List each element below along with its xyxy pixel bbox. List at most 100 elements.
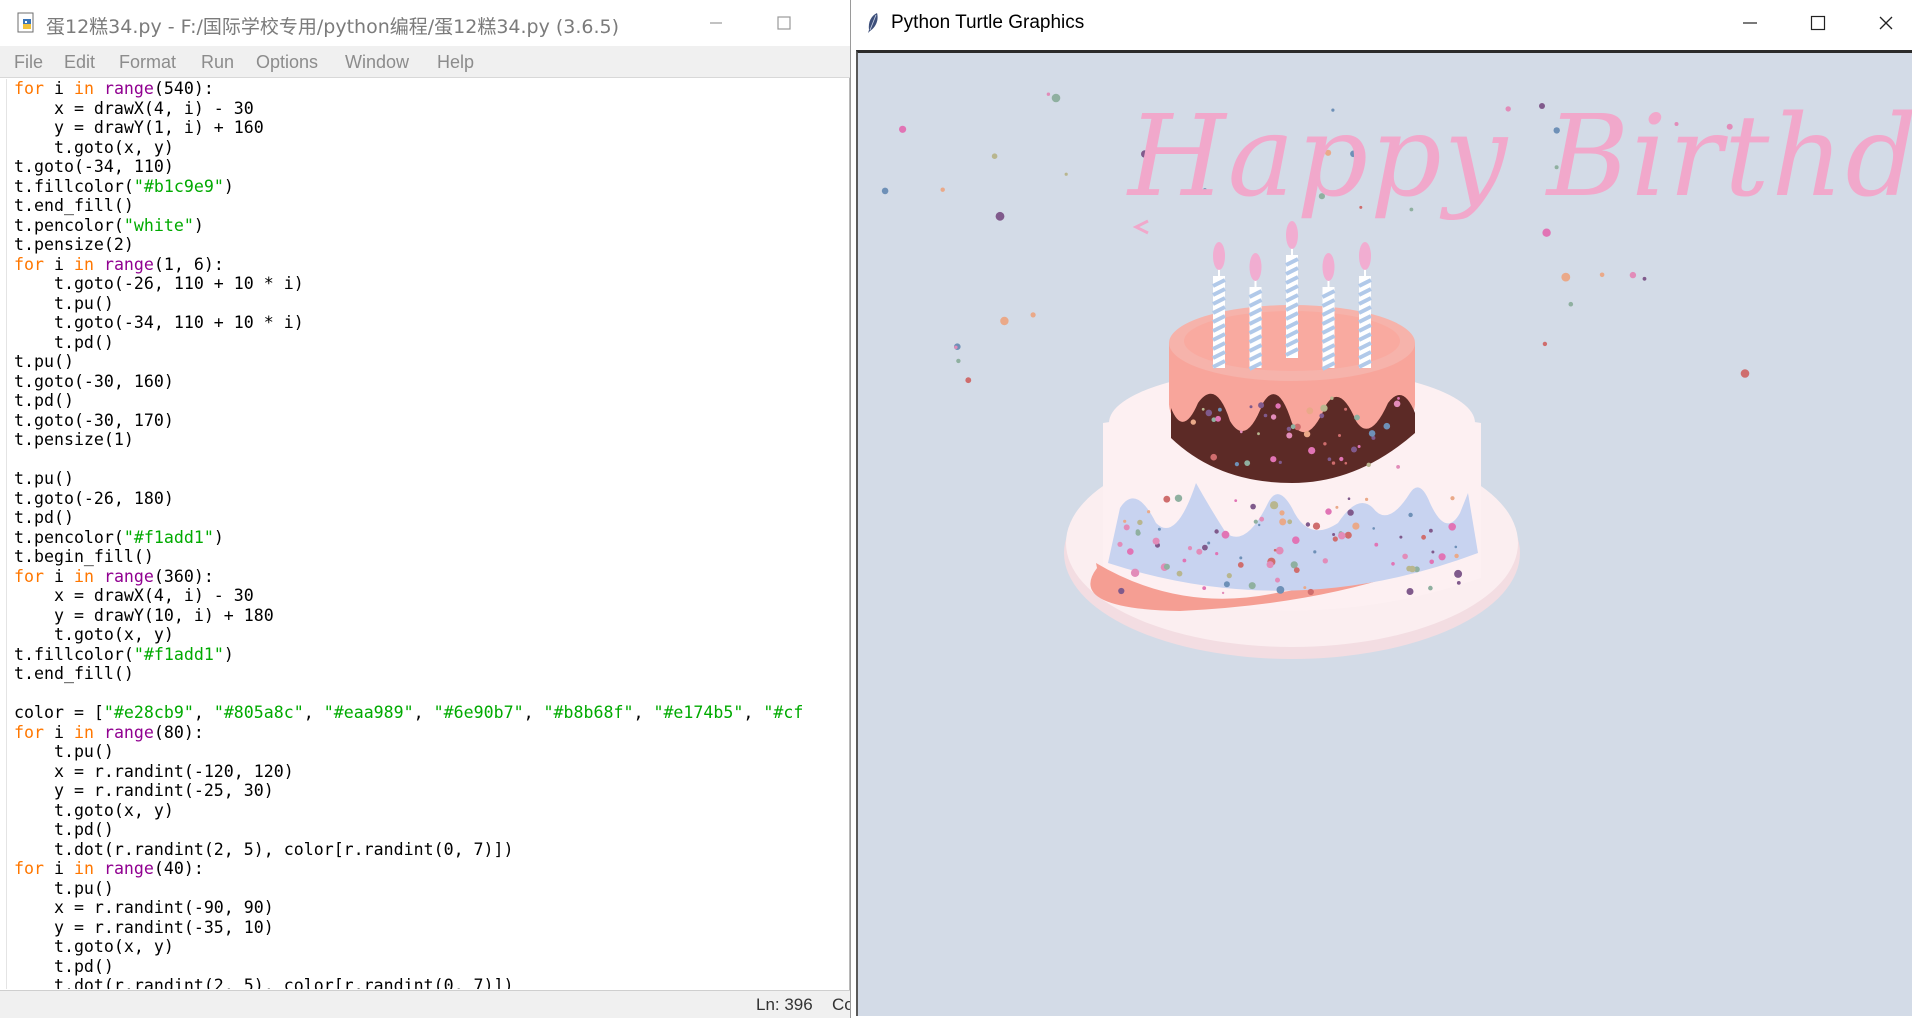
- sprinkle: [1448, 523, 1456, 531]
- turtle-maximize-button[interactable]: [1784, 0, 1852, 46]
- sprinkle: [1275, 403, 1281, 409]
- confetti-dot: [995, 211, 1005, 221]
- menu-edit[interactable]: Edit: [64, 52, 95, 73]
- sprinkle: [1431, 550, 1435, 554]
- menu-help[interactable]: Help: [437, 52, 474, 73]
- sprinkle: [1347, 509, 1354, 516]
- sprinkle: [1214, 529, 1219, 534]
- turtle-canvas[interactable]: Happy Birthday: [856, 50, 1912, 1016]
- code-editor[interactable]: for i in range(540): x = drawX(4, i) - 3…: [6, 79, 848, 989]
- sprinkle: [1438, 553, 1446, 561]
- sprinkle: [1287, 519, 1293, 525]
- sprinkle: [1327, 457, 1332, 462]
- idle-maximize-button[interactable]: [756, 0, 812, 46]
- sprinkle: [1244, 460, 1251, 466]
- sprinkle: [1338, 532, 1346, 540]
- sprinkle: [1215, 552, 1219, 556]
- sprinkle: [1221, 591, 1225, 595]
- sprinkle: [1354, 414, 1360, 421]
- idle-menu-bar: File Edit Format Run Options Window Help: [0, 46, 850, 78]
- sprinkle: [1308, 447, 1316, 455]
- python-file-icon: [17, 12, 34, 33]
- sprinkle: [1118, 587, 1125, 595]
- sprinkle: [1428, 585, 1433, 591]
- sprinkle: [1393, 400, 1401, 408]
- turtle-title-bar[interactable]: Python Turtle Graphics: [851, 0, 1920, 46]
- code-text[interactable]: for i in range(540): x = drawX(4, i) - 3…: [14, 79, 803, 989]
- maximize-icon: [777, 16, 791, 30]
- status-bar: Ln: 396 Co: [0, 990, 854, 1018]
- sprinkle: [1344, 461, 1348, 465]
- turtle-graphics-window: Python Turtle Graphics Happy Birthday: [850, 0, 1920, 1018]
- sprinkle: [1374, 542, 1379, 547]
- close-icon: [1879, 16, 1893, 30]
- menu-file[interactable]: File: [14, 52, 43, 73]
- sprinkle: [1332, 536, 1338, 542]
- candle-flame: [1322, 253, 1335, 281]
- sprinkle: [1223, 581, 1230, 588]
- sprinkle: [1383, 422, 1391, 430]
- sprinkle: [1331, 461, 1336, 465]
- sprinkle: [1253, 519, 1258, 524]
- confetti-dot: [1740, 369, 1750, 378]
- sprinkle: [1396, 465, 1400, 469]
- sprinkle: [1174, 494, 1183, 502]
- sprinkle: [1163, 495, 1171, 503]
- sprinkle: [1182, 558, 1187, 563]
- sprinkle: [1279, 510, 1285, 516]
- sprinkle: [1127, 548, 1134, 555]
- sprinkle: [1330, 396, 1334, 400]
- confetti-dot: [1000, 316, 1009, 326]
- candle-flame: [1249, 253, 1262, 281]
- sprinkle: [1278, 460, 1282, 464]
- sprinkle: [1258, 402, 1265, 409]
- sprinkle: [1270, 456, 1277, 463]
- confetti-dot: [899, 125, 907, 133]
- sprinkle: [1347, 497, 1351, 501]
- sprinkle: [1408, 512, 1413, 518]
- idle-minimize-button[interactable]: [688, 0, 744, 46]
- confetti-dot: [1064, 172, 1068, 176]
- sprinkle: [1399, 535, 1403, 539]
- sprinkle: [1312, 522, 1321, 530]
- sprinkle: [1275, 546, 1284, 555]
- menu-run[interactable]: Run: [201, 52, 234, 73]
- sprinkle: [1335, 505, 1339, 509]
- turtle-minimize-button[interactable]: [1716, 0, 1784, 46]
- menu-window[interactable]: Window: [345, 52, 409, 73]
- sprinkle: [1137, 519, 1143, 526]
- menu-format[interactable]: Format: [119, 52, 176, 73]
- sprinkle: [1319, 413, 1325, 419]
- sprinkle: [1429, 528, 1433, 533]
- sprinkle: [1320, 404, 1328, 412]
- confetti-dot: [965, 377, 972, 384]
- sprinkle: [1351, 446, 1357, 453]
- idle-title-bar[interactable]: 蛋12糕34.py - F:/国际学校专用/python编程/蛋12糕34.py…: [0, 0, 850, 46]
- candle-flame: [1286, 221, 1298, 249]
- cake-drawing: Happy Birthday: [881, 92, 1912, 659]
- candle: [1248, 253, 1263, 371]
- sprinkle: [1368, 430, 1376, 437]
- sprinkle: [1366, 462, 1371, 467]
- sprinkle: [1406, 588, 1414, 595]
- sprinkle: [1421, 534, 1426, 540]
- sprinkle: [1372, 527, 1375, 530]
- sprinkle: [1279, 518, 1287, 526]
- sprinkle: [1357, 445, 1361, 448]
- sprinkle: [1210, 453, 1217, 461]
- sprinkle: [1221, 530, 1230, 539]
- sprinkle: [1207, 541, 1211, 545]
- turtle-close-button[interactable]: [1852, 0, 1920, 46]
- sprinkle: [1176, 570, 1183, 577]
- sprinkle: [1275, 577, 1280, 583]
- menu-options[interactable]: Options: [256, 52, 318, 73]
- candle: [1212, 242, 1226, 369]
- confetti-dot: [991, 153, 998, 159]
- sprinkle: [1456, 581, 1461, 585]
- sprinkle: [1152, 537, 1160, 545]
- sprinkle: [1397, 397, 1400, 400]
- sprinkle: [1239, 556, 1243, 560]
- sprinkle: [1250, 503, 1256, 510]
- sprinkle: [1258, 523, 1261, 527]
- sprinkle: [1276, 586, 1285, 594]
